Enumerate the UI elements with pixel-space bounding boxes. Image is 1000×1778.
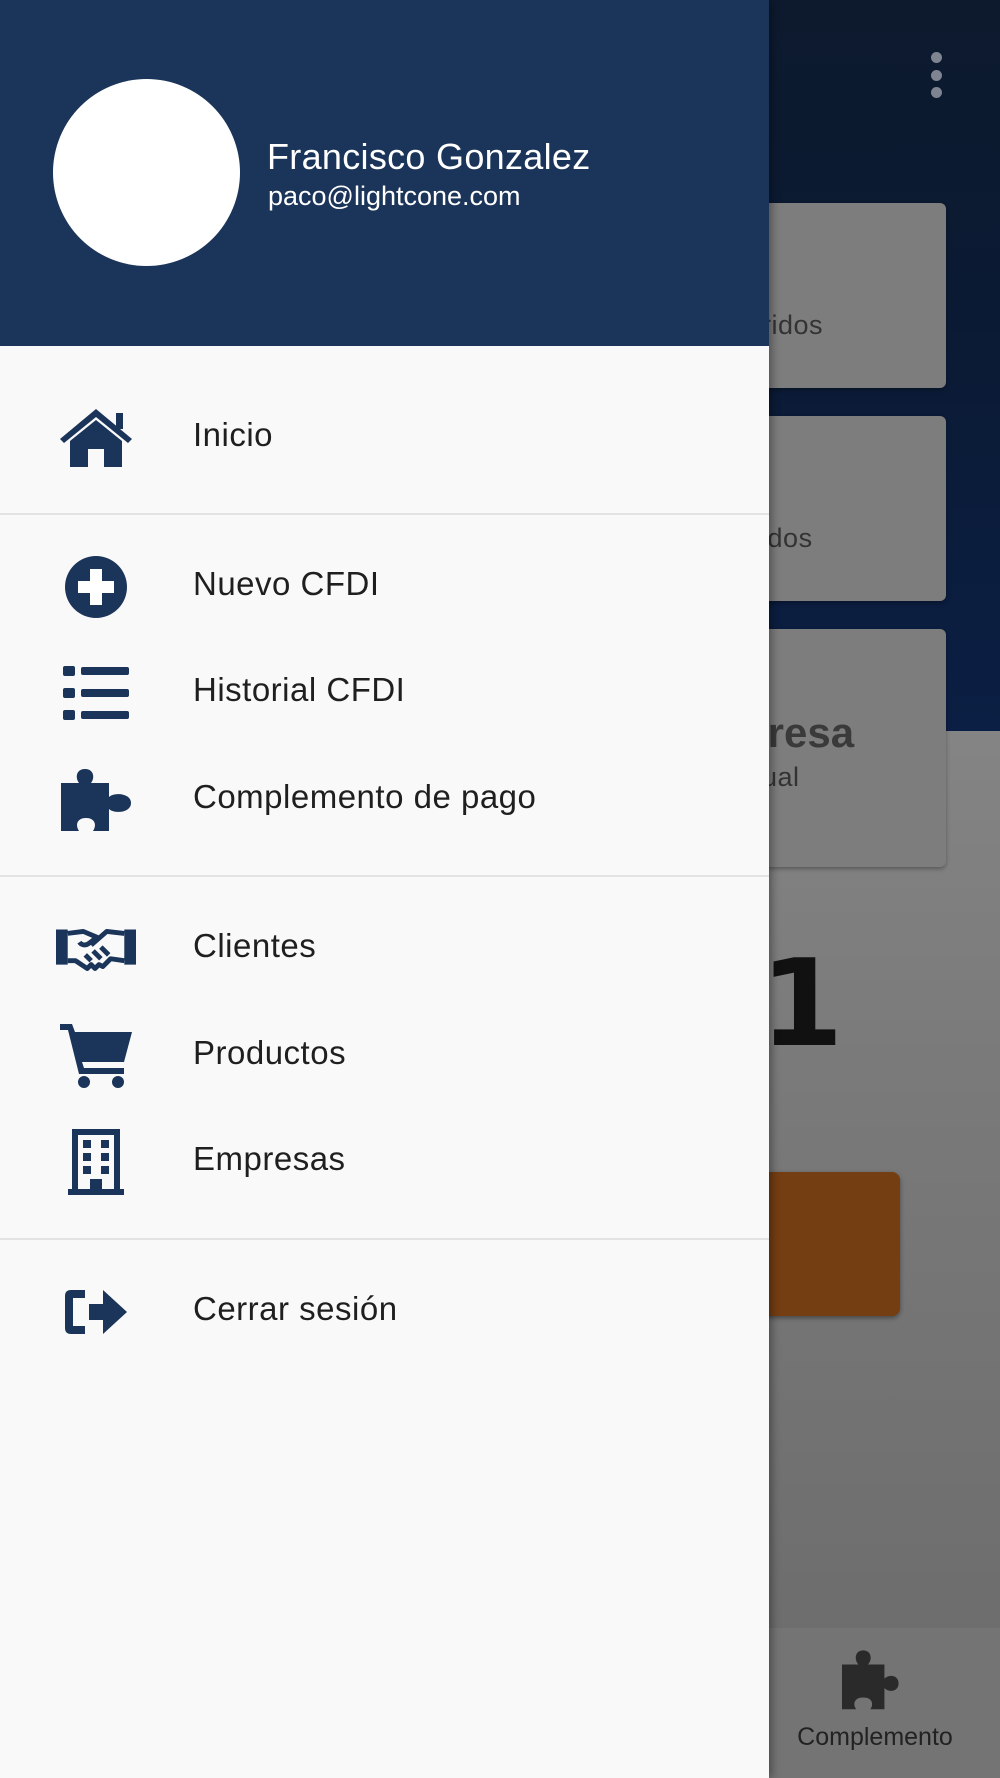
bottom-tab-complemento[interactable]: Complemento	[770, 1648, 980, 1752]
list-icon	[56, 661, 136, 725]
handshake-icon	[56, 917, 136, 981]
menu-label: Inicio	[193, 416, 274, 453]
home-icon	[56, 406, 136, 470]
menu-label: Complemento de pago	[193, 778, 537, 815]
more-options-icon[interactable]	[930, 52, 942, 98]
menu-item-clientes[interactable]: Clientes	[0, 899, 769, 995]
menu-item-cerrar-sesion[interactable]: Cerrar sesión	[0, 1262, 769, 1358]
big-count: 1	[760, 935, 844, 1074]
menu-label: Clientes	[193, 927, 317, 964]
menu-item-empresas[interactable]: Empresas	[0, 1112, 769, 1208]
drawer-header: Francisco Gonzalez paco@lightcone.com	[0, 0, 769, 346]
menu-label: Empresas	[193, 1140, 346, 1177]
divider	[0, 875, 769, 877]
bottom-tab-label: Complemento	[797, 1723, 953, 1751]
puzzle-icon	[56, 768, 136, 832]
divider	[0, 513, 769, 515]
divider	[0, 1238, 769, 1240]
menu-label: Productos	[193, 1034, 347, 1071]
navigation-drawer: Francisco Gonzalez paco@lightcone.com In…	[0, 0, 769, 1778]
menu-item-inicio[interactable]: Inicio	[0, 388, 769, 484]
building-icon	[56, 1129, 136, 1195]
menu-item-historial-cfdi[interactable]: Historial CFDI	[0, 643, 769, 739]
menu-item-productos[interactable]: Productos	[0, 1006, 769, 1102]
avatar[interactable]	[53, 79, 240, 266]
user-email: paco@lightcone.com	[268, 181, 521, 211]
menu-item-nuevo-cfdi[interactable]: Nuevo CFDI	[0, 537, 769, 633]
puzzle-icon	[842, 1650, 899, 1710]
user-name: Francisco Gonzalez	[267, 136, 591, 177]
cart-icon	[56, 1024, 136, 1088]
plus-circle-icon	[56, 555, 136, 619]
menu-item-complemento-de-pago[interactable]: Complemento de pago	[0, 750, 769, 846]
menu-label: Historial CFDI	[193, 671, 406, 708]
menu-label: Nuevo CFDI	[193, 565, 380, 602]
menu-label: Cerrar sesión	[193, 1290, 398, 1327]
sign-out-icon	[56, 1280, 136, 1344]
